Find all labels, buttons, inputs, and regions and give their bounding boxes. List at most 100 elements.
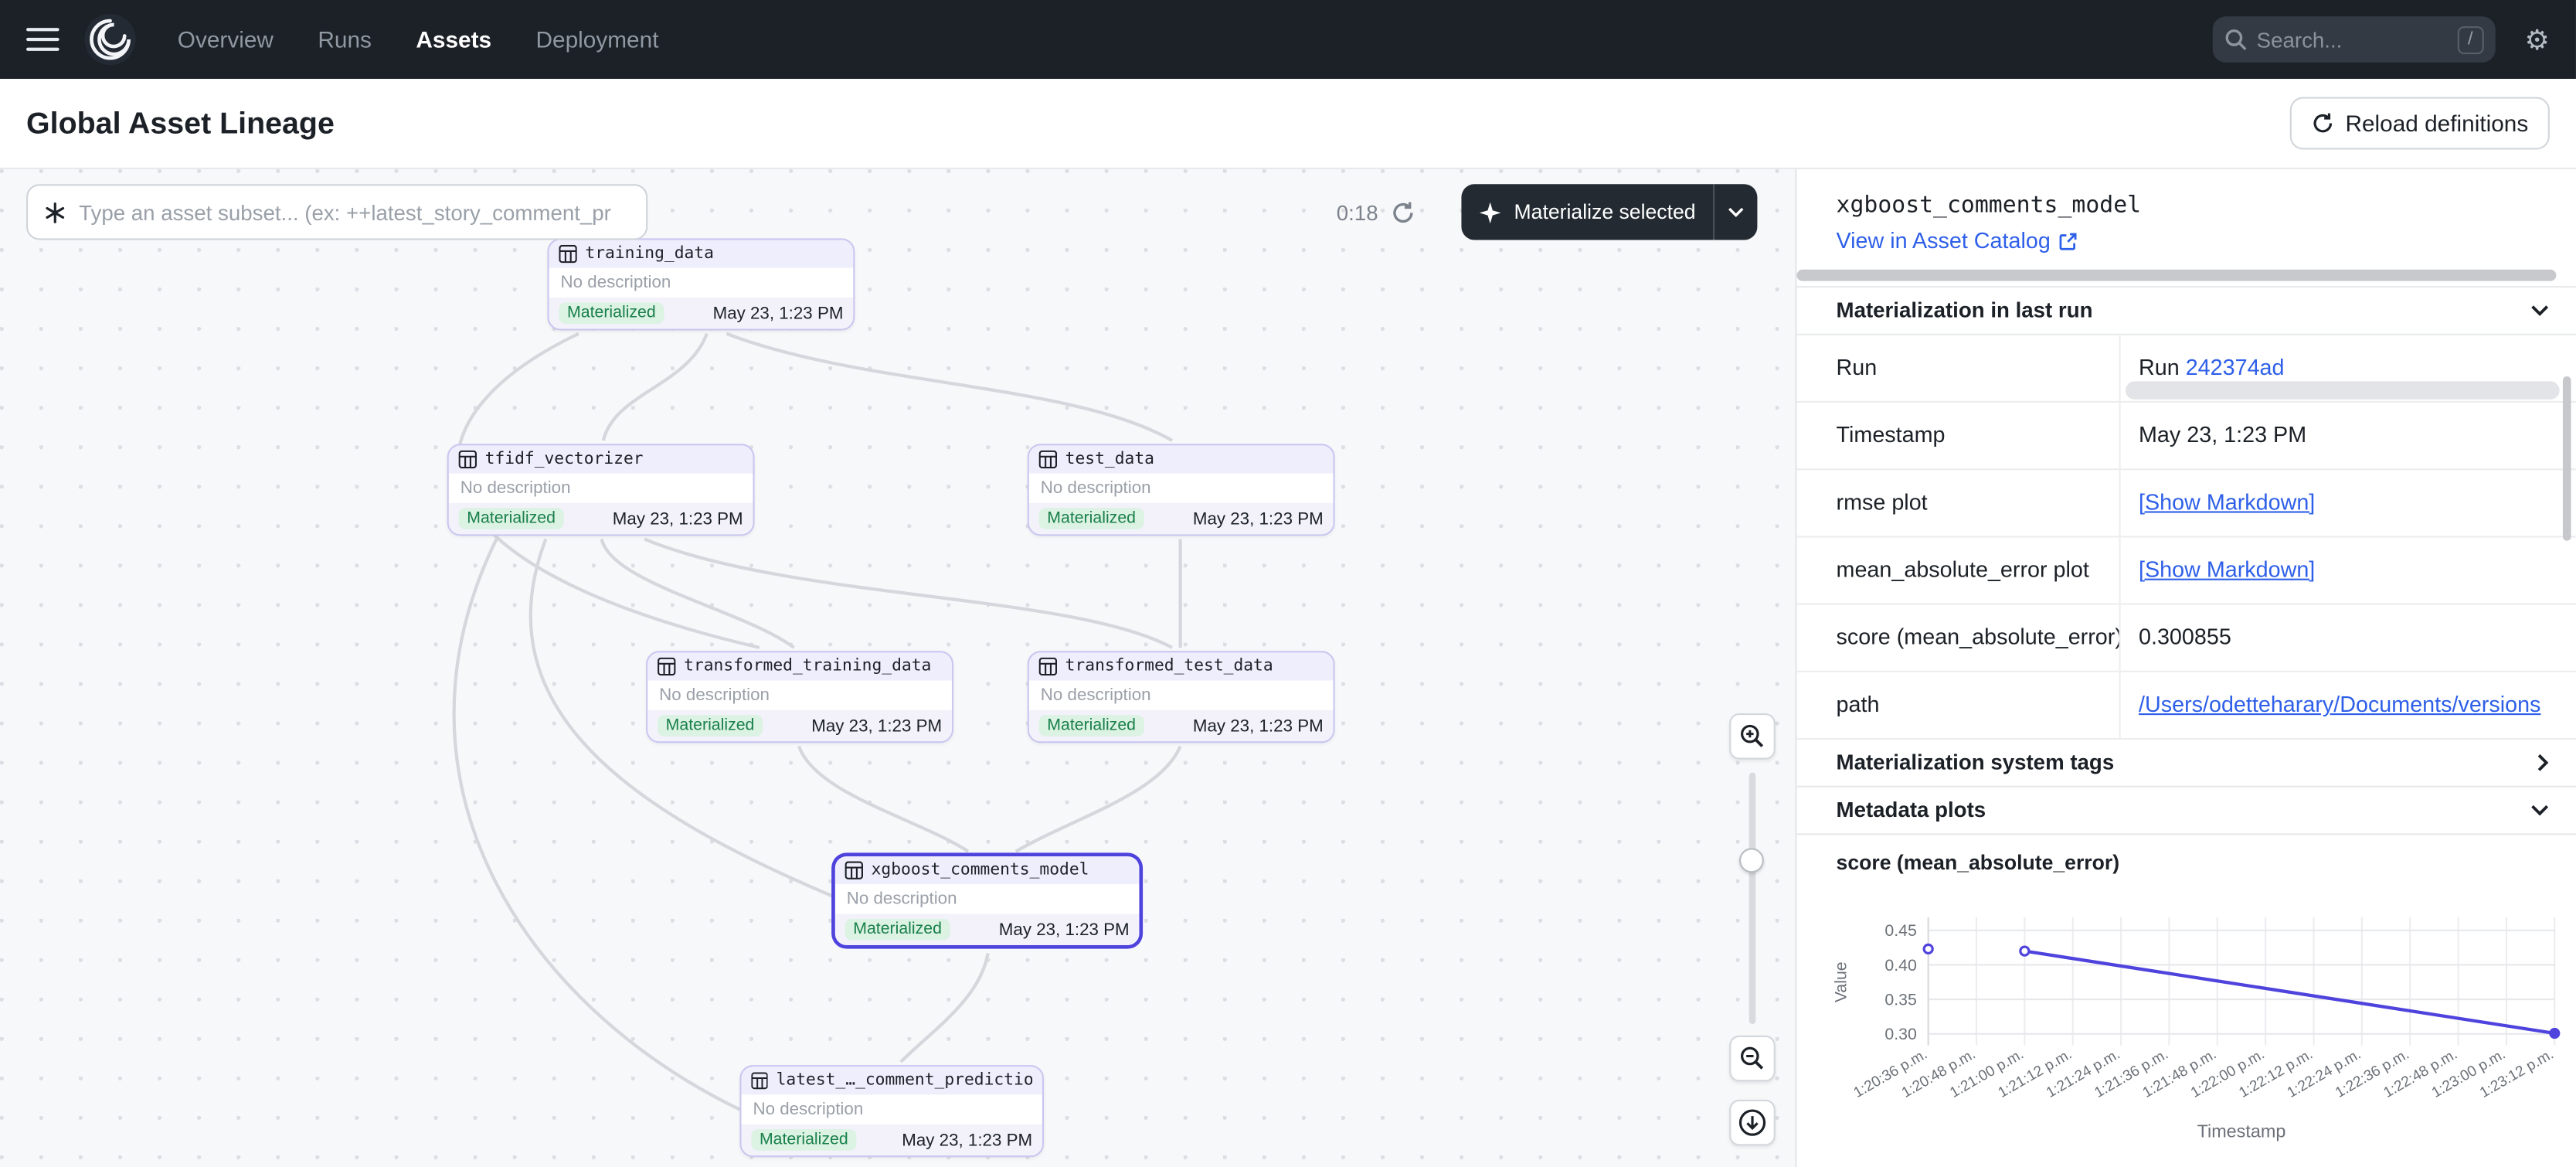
- nav-item-runs[interactable]: Runs: [318, 26, 372, 53]
- zoom-in-icon: [1739, 723, 1765, 750]
- asset-details-panel: xgboost_comments_model View in Asset Cat…: [1795, 169, 2576, 1167]
- asset-name-title: xgboost_comments_model: [1837, 192, 2537, 219]
- path-link[interactable]: /Users/odetteharary/Documents/versions: [2139, 692, 2540, 716]
- node-timestamp: May 23, 1:23 PM: [1193, 509, 1324, 529]
- section-metadata-plots[interactable]: Metadata plots: [1796, 788, 2575, 835]
- nav-links: Overview Runs Assets Deployment: [178, 26, 659, 53]
- svg-text:Value: Value: [1831, 961, 1850, 1002]
- node-timestamp: May 23, 1:23 PM: [999, 920, 1130, 940]
- status-badge: Materialized: [658, 715, 763, 737]
- page-title: Global Asset Lineage: [26, 105, 335, 141]
- reload-definitions-button[interactable]: Reload definitions: [2289, 97, 2550, 149]
- materialize-button-group: Materialize selected: [1461, 184, 1758, 240]
- sparkle-icon: [1480, 202, 1501, 223]
- metadata-row-run: Run Run 242374ad: [1796, 335, 2575, 403]
- metadata-row-score: score (mean_absolute_error) 0.300855: [1796, 605, 2575, 672]
- section-materialization-in-last-run[interactable]: Materialization in last run: [1796, 286, 2575, 335]
- metadata-row-rmse-plot: rmse plot [Show Markdown]: [1796, 470, 2575, 537]
- graph-query-icon: [44, 202, 66, 223]
- horizontal-scrollbar-thumb[interactable]: [1796, 270, 2556, 281]
- node-description: No description: [549, 268, 854, 298]
- chart-title: score (mean_absolute_error): [1796, 835, 2575, 874]
- node-timestamp: May 23, 1:23 PM: [811, 716, 942, 736]
- zoom-out-button[interactable]: [1729, 1036, 1776, 1082]
- top-nav: Overview Runs Assets Deployment / ⚙: [0, 0, 2576, 79]
- run-id-link[interactable]: 242374ad: [2186, 355, 2285, 379]
- table-icon: [1039, 658, 1057, 675]
- table-icon: [658, 658, 675, 675]
- metadata-row-mae-plot: mean_absolute_error plot [Show Markdown]: [1796, 537, 2575, 604]
- node-description: No description: [1029, 680, 1334, 709]
- external-link-icon: [2058, 231, 2078, 251]
- asset-subset-input[interactable]: [79, 199, 630, 224]
- settings-gear-icon[interactable]: ⚙: [2524, 26, 2549, 53]
- recenter-button[interactable]: [1729, 1100, 1776, 1146]
- show-markdown-link[interactable]: [Show Markdown]: [2139, 557, 2315, 582]
- search-box[interactable]: /: [2212, 16, 2495, 63]
- status-badge: Materialized: [459, 508, 564, 529]
- node-description: No description: [1029, 474, 1334, 503]
- timer-value: 0:18: [1337, 199, 1378, 224]
- zoom-in-button[interactable]: [1729, 713, 1776, 760]
- svg-text:0.40: 0.40: [1884, 956, 1916, 975]
- asset-node-transformed-test-data[interactable]: transformed_test_data No description Mat…: [1028, 651, 1335, 743]
- asset-filter[interactable]: [26, 184, 647, 240]
- metadata-plot: 1:20:36 p.m.1:20:48 p.m.1:21:00 p.m.1:21…: [1796, 894, 2575, 1167]
- refresh-timer: 0:18: [1337, 184, 1416, 240]
- metadata-row-path: path /Users/odetteharary/Documents/versi…: [1796, 672, 2575, 740]
- zoom-slider-handle[interactable]: [1739, 848, 1764, 873]
- asset-node-latest-comment-predictions[interactable]: latest_…_comment_predictions No descript…: [739, 1065, 1044, 1157]
- refresh-icon: [2311, 112, 2334, 135]
- table-icon: [459, 451, 477, 468]
- node-timestamp: May 23, 1:23 PM: [613, 509, 743, 529]
- svg-text:0.45: 0.45: [1884, 921, 1916, 940]
- chevron-down-icon: [2530, 804, 2550, 817]
- score-line-chart: 1:20:36 p.m.1:20:48 p.m.1:21:00 p.m.1:21…: [1796, 894, 2575, 1167]
- node-description: No description: [835, 884, 1140, 914]
- section-materialization-system-tags[interactable]: Materialization system tags: [1796, 740, 2575, 788]
- table-icon: [559, 245, 576, 263]
- page-header: Global Asset Lineage Reload definitions: [0, 79, 2576, 169]
- node-timestamp: May 23, 1:23 PM: [713, 303, 844, 323]
- status-badge: Materialized: [845, 919, 950, 941]
- asset-node-training-data[interactable]: training_data No description Materialize…: [547, 238, 855, 330]
- search-shortcut-key: /: [2457, 26, 2483, 53]
- table-icon: [751, 1072, 768, 1090]
- node-description: No description: [449, 474, 753, 503]
- svg-text:Timestamp: Timestamp: [2197, 1121, 2286, 1141]
- node-timestamp: May 23, 1:23 PM: [1193, 716, 1324, 736]
- materialize-options-caret[interactable]: [1715, 184, 1758, 240]
- asset-lineage-graph[interactable]: 0:18 Materialize selected: [0, 169, 1795, 1167]
- materialize-selected-button[interactable]: Materialize selected: [1461, 184, 1714, 240]
- asset-node-test-data[interactable]: test_data No description MaterializedMay…: [1028, 444, 1335, 536]
- dagster-logo[interactable]: [82, 12, 138, 67]
- search-input[interactable]: [2257, 27, 2448, 52]
- asset-node-xgboost-comments-model[interactable]: xgboost_comments_model No description Ma…: [834, 855, 1141, 947]
- status-badge: Materialized: [559, 302, 664, 324]
- nav-item-deployment[interactable]: Deployment: [536, 26, 659, 53]
- status-badge: Materialized: [1039, 508, 1144, 529]
- svg-text:0.35: 0.35: [1884, 991, 1916, 1009]
- chevron-right-icon: [2537, 753, 2550, 773]
- zoom-slider-track[interactable]: [1749, 773, 1756, 1024]
- nav-item-assets[interactable]: Assets: [416, 26, 491, 53]
- cell-horizontal-scrollbar[interactable]: [2126, 381, 2560, 399]
- view-in-asset-catalog-link[interactable]: View in Asset Catalog: [1837, 229, 2078, 253]
- table-icon: [845, 861, 863, 879]
- menu-icon[interactable]: [26, 28, 59, 51]
- chevron-down-icon: [2530, 304, 2550, 317]
- status-badge: Materialized: [751, 1129, 856, 1151]
- asset-node-tfidf-vectorizer[interactable]: tfidf_vectorizer No description Material…: [447, 444, 755, 536]
- node-description: No description: [647, 680, 952, 709]
- nav-item-overview[interactable]: Overview: [178, 26, 274, 53]
- chevron-down-icon: [1728, 207, 1745, 217]
- metadata-row-timestamp: Timestamp May 23, 1:23 PM: [1796, 403, 2575, 470]
- asset-node-transformed-training-data[interactable]: transformed_training_data No description…: [646, 651, 953, 743]
- zoom-out-icon: [1739, 1046, 1765, 1072]
- node-description: No description: [742, 1094, 1042, 1124]
- node-timestamp: May 23, 1:23 PM: [902, 1130, 1032, 1150]
- search-icon: [2224, 28, 2247, 51]
- vertical-scrollbar-thumb[interactable]: [2563, 376, 2571, 541]
- show-markdown-link[interactable]: [Show Markdown]: [2139, 490, 2315, 515]
- refresh-icon[interactable]: [1392, 199, 1416, 224]
